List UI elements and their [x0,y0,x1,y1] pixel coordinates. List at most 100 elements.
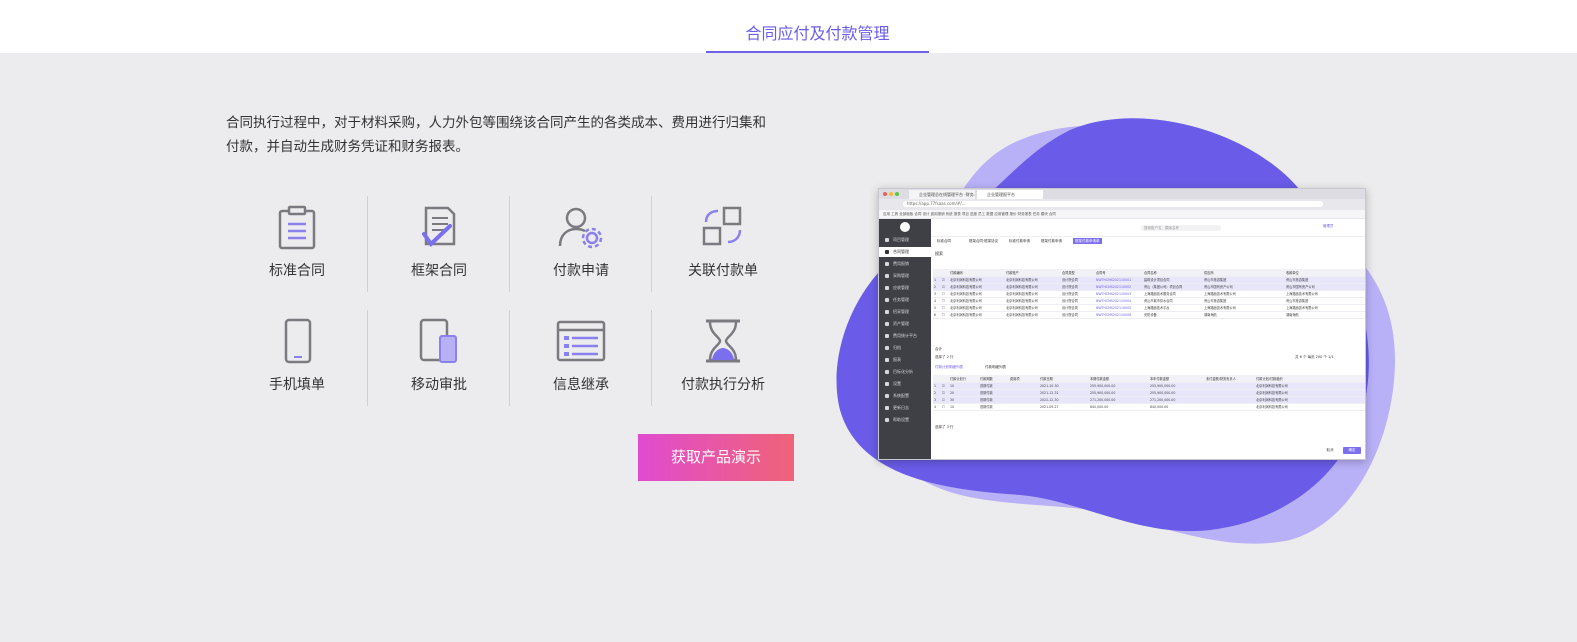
table-row[interactable]: 4 ☐ 北京利润科技有限公司 北京利润科技有限公司 设计院合同 NWTHCMS2021… [933,297,1365,305]
feature-label: 信息继承 [553,377,609,393]
row-checkbox[interactable]: ☐ [941,403,949,411]
feature-info-inherit[interactable]: 信息继承 [510,310,652,410]
cell: 3 [933,290,941,298]
column-header: 供应商 [1203,269,1285,277]
cell: 上海路面技术有限公司 [1203,290,1285,298]
pager[interactable]: 共 6 个 每页 200 个 1/1 [1295,355,1334,360]
row-checkbox[interactable]: ☑ [941,389,949,397]
lower-tab[interactable]: 付款明细列表 [985,365,1006,370]
cell: 上海路面技术有限公司 [1203,304,1285,312]
table-row[interactable]: 4 ☐ 10 首期付款 2021-09-27 840,000.00 840,000.0… [933,403,1365,411]
sidebar-item[interactable]: 采购管理 [879,271,931,281]
sidebar-item[interactable]: 更新日志 [879,403,931,413]
sidebar-item[interactable]: 报表 [879,355,931,365]
cell-link[interactable]: NWTHCMS202110004 [1095,297,1143,305]
cell: 北京利润科技有限公司 [949,304,1005,312]
subtab[interactable]: 框架合同·框架协议 [967,238,1000,244]
row-checkbox[interactable]: ☑ [941,382,949,390]
cell-link[interactable]: NWTHCMS202110002 [1095,283,1143,291]
table-row[interactable]: 5 ☐ 北京利润科技有限公司 北京利润科技有限公司 设计院合同 NWTHCMS2021… [933,304,1365,312]
sidebar-item[interactable]: 帮助设置 [879,415,931,425]
sidebar-item[interactable]: 系统配置 [879,391,931,401]
cell: 北京利润科技有限公司 [1255,403,1365,411]
cell-link[interactable]: NWTHCMS202110005 [1095,304,1143,312]
top-bar: 合同应付及付款管理 [0,0,1577,53]
intro-text: 合同执行过程中，对于材料采购，人力外包等围绕该合同产生的各类成本、费用进行归集和… [226,111,796,159]
row-checkbox[interactable]: ☐ [941,290,949,298]
cell: 2 [933,389,941,397]
cell-link[interactable]: NWTHCMS202110006 [1095,311,1143,319]
subtab[interactable]: 标准付款申请 [1007,238,1032,244]
row-checkbox[interactable]: ☐ [941,297,949,305]
cell: 设计院合同 [1061,304,1095,312]
cell: 2022-12-30 [1039,396,1089,404]
feature-mobile-fill[interactable]: 手机填单 [226,310,368,410]
sidebar-item[interactable]: 资产管理 [879,319,931,329]
table-row[interactable]: 1 ☑ 北京利润科技有限公司 北京利润科技有限公司 设计院合同 NWTHCMS2021… [933,276,1365,284]
sidebar-item[interactable]: 应收管理 [879,283,931,293]
lower-tab-active[interactable]: 付款计划明细列表 [935,365,963,370]
cell [1205,389,1255,397]
feature-payment-analysis[interactable]: 付款执行分析 [652,310,794,410]
sidebar-item[interactable]: 项目管理 [879,235,931,245]
tab-title[interactable]: 合同应付及付款管理 [706,20,929,53]
sidebar-item[interactable]: 招采管理 [879,307,931,317]
table-header-row: 付款计划行 付款期数 费用项 付款日期 本期付款金额 本年付款金额 未付金额/财… [933,375,1365,383]
column-header: 付款账户 [1005,269,1061,277]
app-search-input[interactable]: 搜索账户名、模版名称 [1141,225,1221,231]
column-header: 费用项 [1009,375,1039,383]
cell: 840,000.00 [1089,403,1149,411]
row-checkbox[interactable]: ☑ [941,396,949,404]
bookmarks-bar: 应用 工具 全部面板 合同 设计 费用报销 系统 报表 项目 进度 员工 数据 … [879,210,1365,218]
feature-label: 框架合同 [411,263,467,279]
row-checkbox[interactable]: ☑ [941,276,949,284]
table-row[interactable]: 1 ☑ 10 首期付款 2021-10-30 255,900,000.00 255,9… [933,382,1365,390]
sidebar-item[interactable]: 设置 [879,379,931,389]
table-row[interactable]: 6 ☐ 北京利润科技有限公司 北京利润科技有限公司 设计院合同 NWTHCMS2021… [933,311,1365,319]
cell: 10 [949,403,979,411]
cell: 10 [949,382,979,390]
table-row[interactable]: 3 ☐ 北京利润科技有限公司 北京利润科技有限公司 设计院合同 NWTHCMS2021… [933,290,1365,298]
browser-window-icon [556,320,606,362]
row-checkbox[interactable]: ☐ [941,304,949,312]
feature-mobile-approval[interactable]: 移动审批 [368,310,510,410]
cancel-button[interactable]: 取消 [1321,447,1339,454]
url-bar[interactable]: https://app.77fsaas.com/#/... [903,201,1323,207]
row-checkbox[interactable]: ☑ [941,283,949,291]
feature-standard-contract[interactable]: 标准合同 [226,196,368,296]
feature-framework-contract[interactable]: 框架合同 [368,196,510,296]
subtab[interactable]: 标准合同 [935,238,953,244]
browser-tab[interactable]: 企业管理总在线管理平台 -财务... [909,190,975,199]
user-menu[interactable]: 管理员 [1323,224,1363,229]
sidebar-item[interactable]: 费用统计平台 [879,331,931,341]
sidebar-item[interactable]: 目标化分析 [879,367,931,377]
cell-link[interactable]: NWTHCMS202110003 [1095,290,1143,298]
cell-link[interactable]: NWTHCMS202110001 [1095,276,1143,284]
sidebar-item[interactable]: 归档 [879,343,931,353]
subtab[interactable]: 框架付款申请 [1039,238,1064,244]
confirm-button[interactable]: 确定 [1343,447,1361,454]
browser-tab[interactable]: 企业管理报平台 [977,190,1043,199]
sidebar-item-active[interactable]: 合同管理 [879,247,931,257]
minimize-window-icon [889,192,893,196]
feature-linked-payment[interactable]: 关联付款单 [652,196,794,296]
get-demo-button[interactable]: 获取产品演示 [638,434,794,481]
column-header [933,375,941,383]
cell: 黄山市旅游集团 [1285,276,1365,284]
sidebar-item[interactable]: 任务管理 [879,295,931,305]
cell: 建筑设计项目合同 [1143,276,1203,284]
app-header: 搜索账户名、模版名称 管理员 [931,219,1365,237]
sidebar-item[interactable]: 费用报销 [879,259,931,269]
table-row[interactable]: 2 ☑ 20 首期付款 2021-12-31 255,900,000.00 255,9… [933,389,1365,397]
column-header: 本年付款金额 [1149,375,1205,383]
cell: 上海路面技术有限公司 [1285,290,1365,298]
table-row[interactable]: 2 ☑ 北京利润科技有限公司 北京利润科技有限公司 设计院合同 NWTHCMS2021… [933,283,1365,291]
column-header [941,375,949,383]
column-header: 付款编码 [949,269,1005,277]
feature-label: 移动审批 [411,377,467,393]
feature-payment-request[interactable]: 付款申请 [510,196,652,296]
cell: 设计院合同 [1061,283,1095,291]
row-checkbox[interactable]: ☐ [941,311,949,319]
table-row[interactable]: 3 ☑ 30 首期付款 2022-12-30 271,200,000.00 271,2… [933,396,1365,404]
subtab-active[interactable]: 框架付款申请单 [1073,238,1102,244]
